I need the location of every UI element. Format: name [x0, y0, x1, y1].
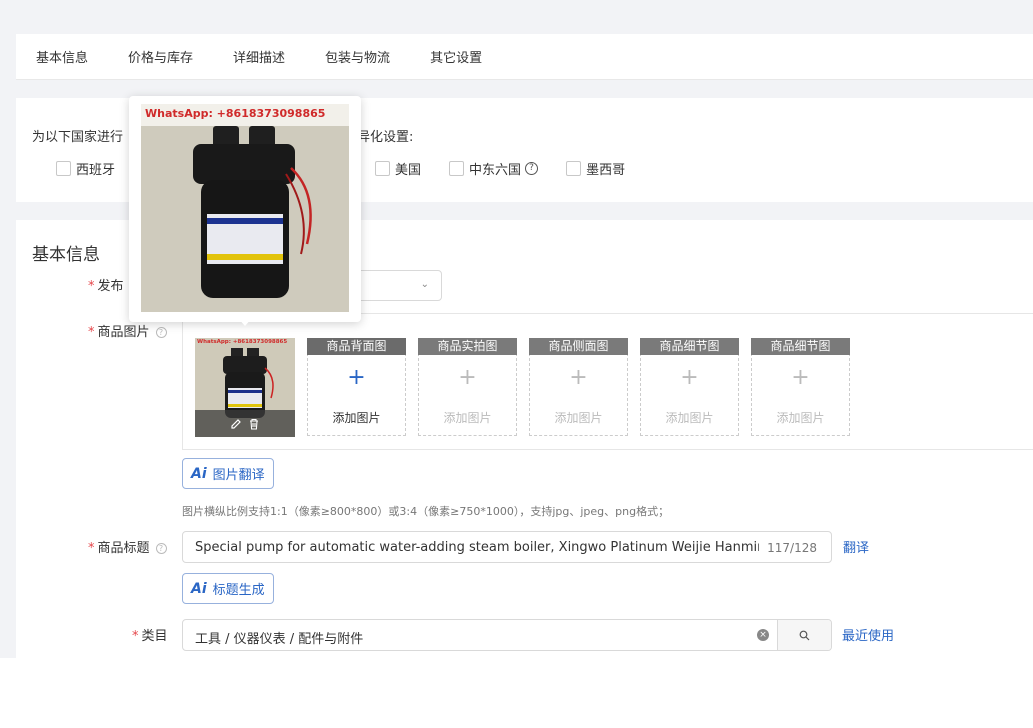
- checkbox[interactable]: [375, 161, 391, 176]
- tab-bar: 基本信息 价格与库存 详细描述 包装与物流 其它设置: [16, 34, 1033, 80]
- add-icon: +: [458, 365, 477, 390]
- image-slot-detail-1[interactable]: 商品细节图 + 添加图片: [640, 338, 739, 436]
- country-label: 中东六国: [469, 163, 522, 178]
- recent-used-link[interactable]: 最近使用: [842, 625, 894, 644]
- thumbnail-actions: [195, 410, 295, 437]
- image-preview-popover: WhatsApp: +8618373098865: [129, 96, 361, 322]
- add-icon: +: [791, 365, 810, 390]
- help-icon[interactable]: ?: [525, 162, 539, 175]
- watermark-text: WhatsApp: +8618373098865: [197, 339, 288, 345]
- title-generate-button[interactable]: Ai 标题生成: [182, 573, 274, 604]
- slot-add-text: 添加图片: [665, 411, 714, 425]
- image-slot-side[interactable]: 商品侧面图 + 添加图片: [529, 338, 628, 436]
- chevron-down-icon: ⌄: [420, 279, 429, 290]
- publish-label: * 发布: [88, 279, 124, 294]
- title-char-count: 117/128: [767, 541, 817, 555]
- tab-price-stock[interactable]: 价格与库存: [128, 47, 193, 66]
- country-label: 美国: [395, 163, 422, 178]
- slot-add-text: 添加图片: [443, 411, 492, 425]
- checkbox[interactable]: [56, 161, 71, 176]
- tab-other-settings[interactable]: 其它设置: [430, 47, 482, 66]
- country-mexico[interactable]: 墨西哥: [566, 159, 625, 178]
- slot-add-text: 添加图片: [332, 411, 381, 425]
- country-spain[interactable]: 西班牙: [56, 159, 115, 178]
- checkbox[interactable]: [449, 161, 465, 176]
- title-value: Special pump for automatic water-adding …: [195, 540, 759, 555]
- button-label: 标题生成: [212, 583, 265, 598]
- images-label: * 商品图片?: [88, 321, 167, 340]
- category-input[interactable]: 工具 / 仪器仪表 / 配件与附件 ×: [182, 619, 832, 651]
- translate-link[interactable]: 翻译: [843, 537, 869, 556]
- button-label: 图片翻译: [212, 468, 265, 483]
- edit-icon[interactable]: [230, 418, 242, 430]
- category-value: 工具 / 仪器仪表 / 配件与附件: [195, 632, 364, 647]
- clear-icon[interactable]: ×: [757, 629, 769, 641]
- product-image-thumbnail[interactable]: WhatsApp: +8618373098865: [195, 338, 295, 437]
- help-icon[interactable]: ?: [155, 327, 167, 338]
- add-icon: +: [569, 365, 588, 390]
- ai-icon: Ai: [191, 580, 207, 597]
- country-usa[interactable]: 美国: [375, 159, 421, 178]
- image-translate-button[interactable]: Ai 图片翻译: [182, 458, 274, 489]
- country-title: 为以下国家进行: [32, 130, 124, 145]
- slot-heading: 商品侧面图: [529, 338, 628, 355]
- slot-heading: 商品实拍图: [418, 338, 517, 355]
- search-icon: [799, 630, 810, 640]
- add-icon: +: [347, 365, 366, 390]
- slot-heading: 商品背面图: [307, 338, 406, 355]
- ai-icon: Ai: [191, 465, 207, 482]
- tab-description[interactable]: 详细描述: [233, 47, 285, 66]
- title-label: * 商品标题?: [88, 537, 167, 556]
- image-slot-back[interactable]: 商品背面图 + 添加图片: [307, 338, 406, 436]
- slot-add-text: 添加图片: [776, 411, 825, 425]
- country-middle-east[interactable]: 中东六国 ?: [449, 159, 539, 178]
- section-title: 基本信息: [32, 245, 100, 265]
- image-hint: 图片横纵比例支持1:1（像素≥800*800）或3:4（像素≥750*1000）…: [182, 505, 670, 518]
- slot-add-text: 添加图片: [554, 411, 603, 425]
- add-icon: +: [680, 365, 699, 390]
- tab-basic-info[interactable]: 基本信息: [36, 47, 88, 66]
- category-label: * 类目: [132, 629, 168, 644]
- watermark-text: WhatsApp: +8618373098865: [145, 107, 326, 120]
- category-search-button[interactable]: [777, 620, 831, 650]
- preview-image: WhatsApp: +8618373098865: [141, 104, 349, 312]
- pump-image: [141, 104, 349, 312]
- country-label: 西班牙: [76, 163, 116, 178]
- image-slot-detail-2[interactable]: 商品细节图 + 添加图片: [751, 338, 850, 436]
- slot-heading: 商品细节图: [640, 338, 739, 355]
- country-label: 墨西哥: [586, 163, 626, 178]
- tab-packaging[interactable]: 包装与物流: [325, 47, 390, 66]
- title-input[interactable]: Special pump for automatic water-adding …: [182, 531, 832, 563]
- popover-arrow: [238, 318, 252, 326]
- help-icon[interactable]: ?: [155, 543, 167, 554]
- image-slot-real[interactable]: 商品实拍图 + 添加图片: [418, 338, 517, 436]
- image-upload-area: WhatsApp: +8618373098865 商品背面图 + 添加图片 商品…: [182, 313, 1033, 450]
- slot-heading: 商品细节图: [751, 338, 850, 355]
- checkbox[interactable]: [566, 161, 582, 176]
- delete-icon[interactable]: [248, 418, 260, 430]
